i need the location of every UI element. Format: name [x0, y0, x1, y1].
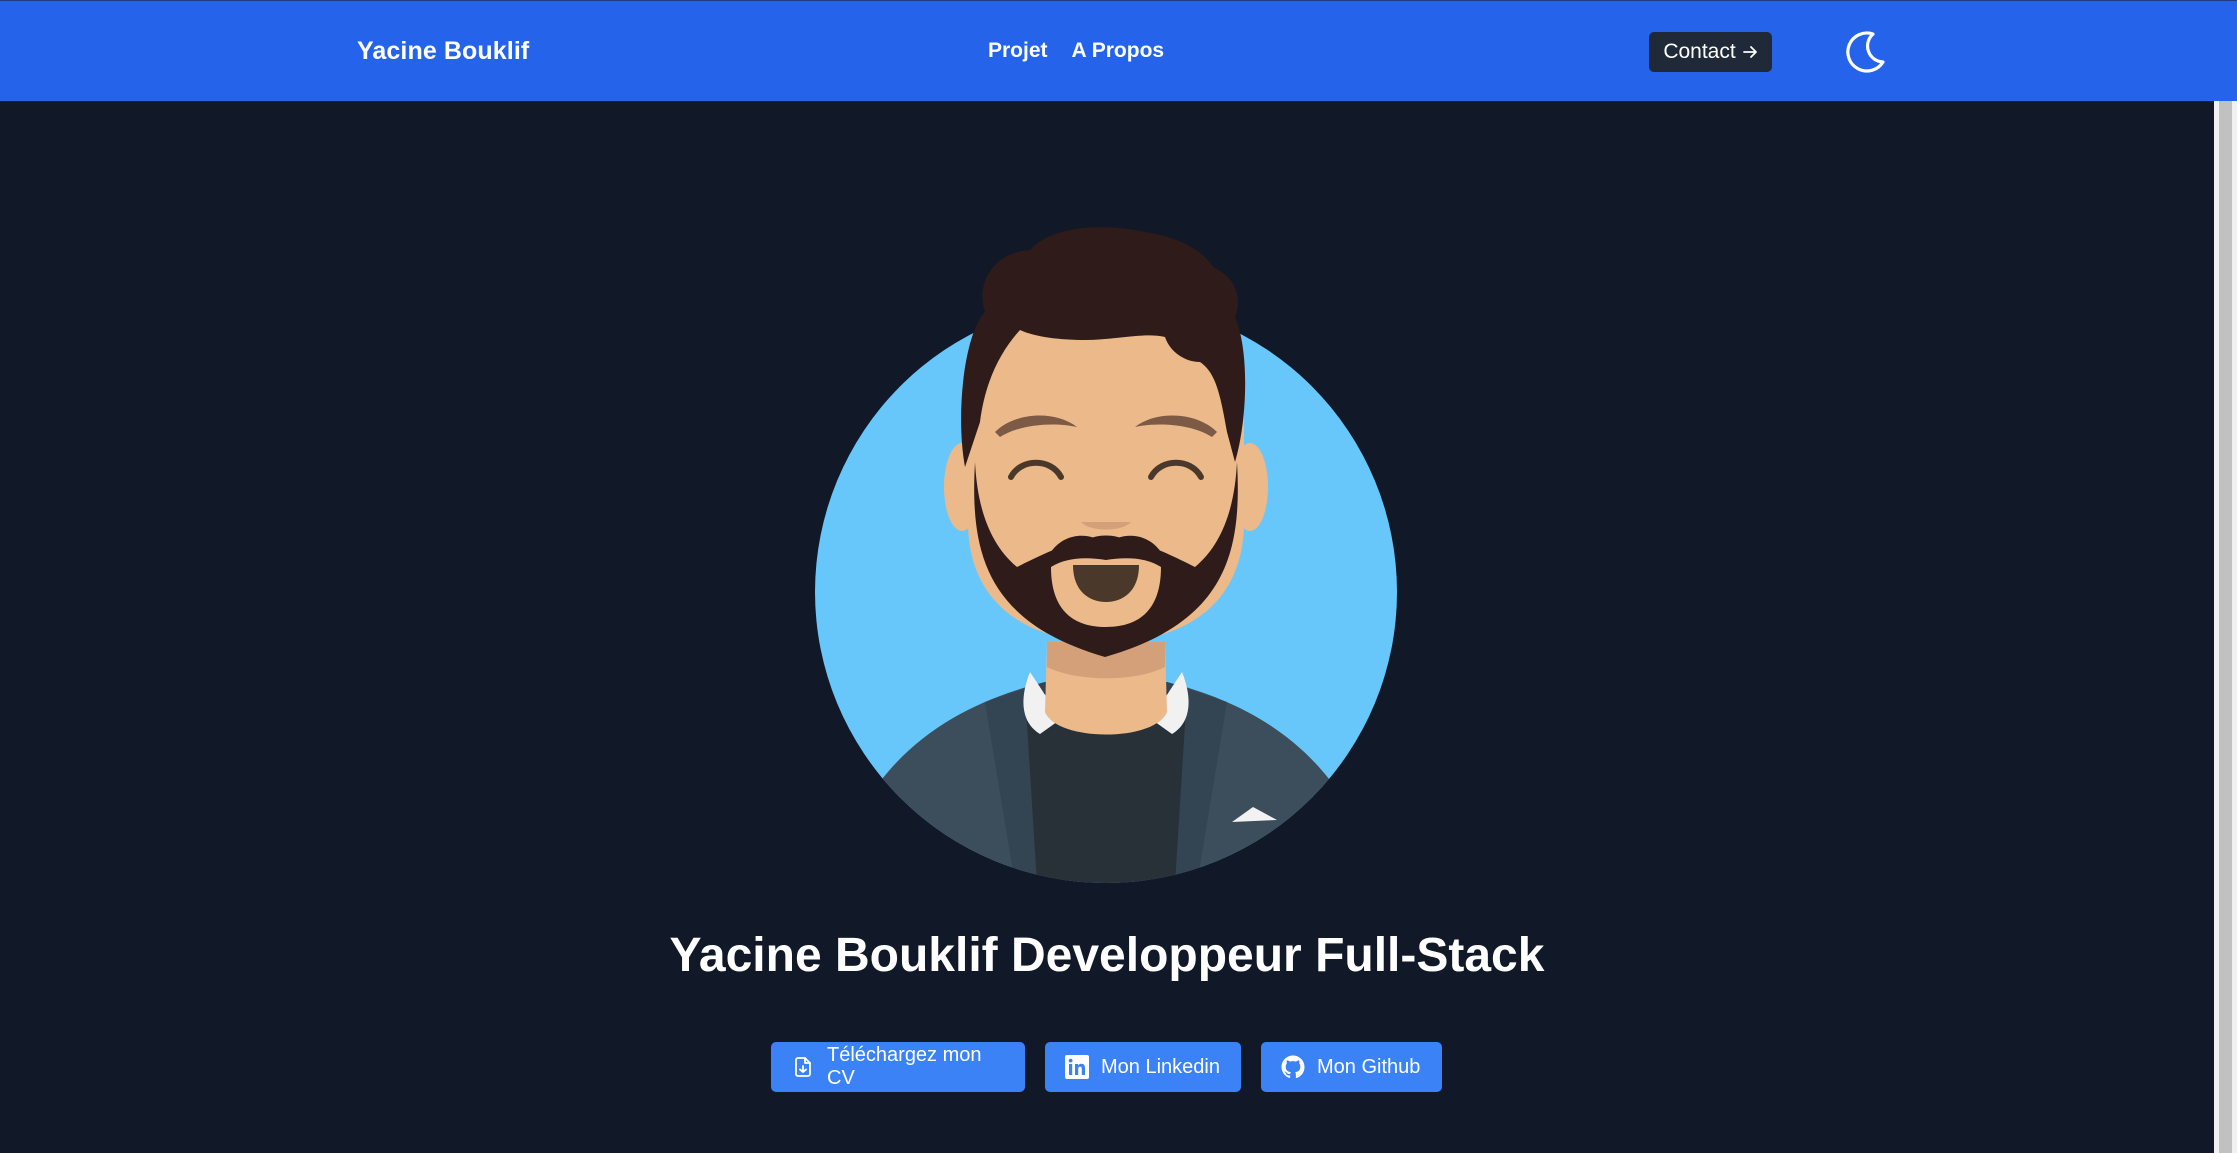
contact-button-label: Contact — [1663, 40, 1736, 63]
page: Yacine Bouklif Projet A Propos Contact Y… — [0, 0, 2237, 1153]
nav-link-projet[interactable]: Projet — [988, 39, 1048, 63]
download-cv-button[interactable]: Téléchargez mon CV — [771, 1042, 1025, 1092]
linkedin-icon — [1065, 1055, 1089, 1079]
arrow-right-icon — [1742, 46, 1757, 58]
contact-button[interactable]: Contact — [1649, 32, 1772, 72]
nav-links: Projet A Propos — [988, 39, 1164, 63]
linkedin-label: Mon Linkedin — [1101, 1055, 1220, 1078]
file-download-icon — [795, 1057, 811, 1077]
nav-link-a-propos[interactable]: A Propos — [1072, 39, 1165, 63]
download-cv-label: Téléchargez mon CV — [827, 1044, 982, 1089]
scrollbar[interactable] — [2214, 101, 2237, 1153]
hero-button-row: Téléchargez mon CV Mon Linkedin Mon Gith… — [771, 1042, 1442, 1092]
moon-icon[interactable] — [1843, 28, 1889, 74]
github-button[interactable]: Mon Github — [1261, 1042, 1442, 1092]
hero-title: Yacine Bouklif Developpeur Full-Stack — [669, 929, 1545, 982]
scrollbar-thumb[interactable] — [2219, 101, 2232, 1153]
linkedin-button[interactable]: Mon Linkedin — [1045, 1042, 1241, 1092]
brand-link[interactable]: Yacine Bouklif — [357, 37, 529, 66]
github-label: Mon Github — [1317, 1055, 1421, 1078]
navbar: Yacine Bouklif Projet A Propos Contact — [0, 0, 2237, 101]
avatar-illustration — [815, 227, 1397, 883]
github-icon — [1281, 1055, 1305, 1079]
